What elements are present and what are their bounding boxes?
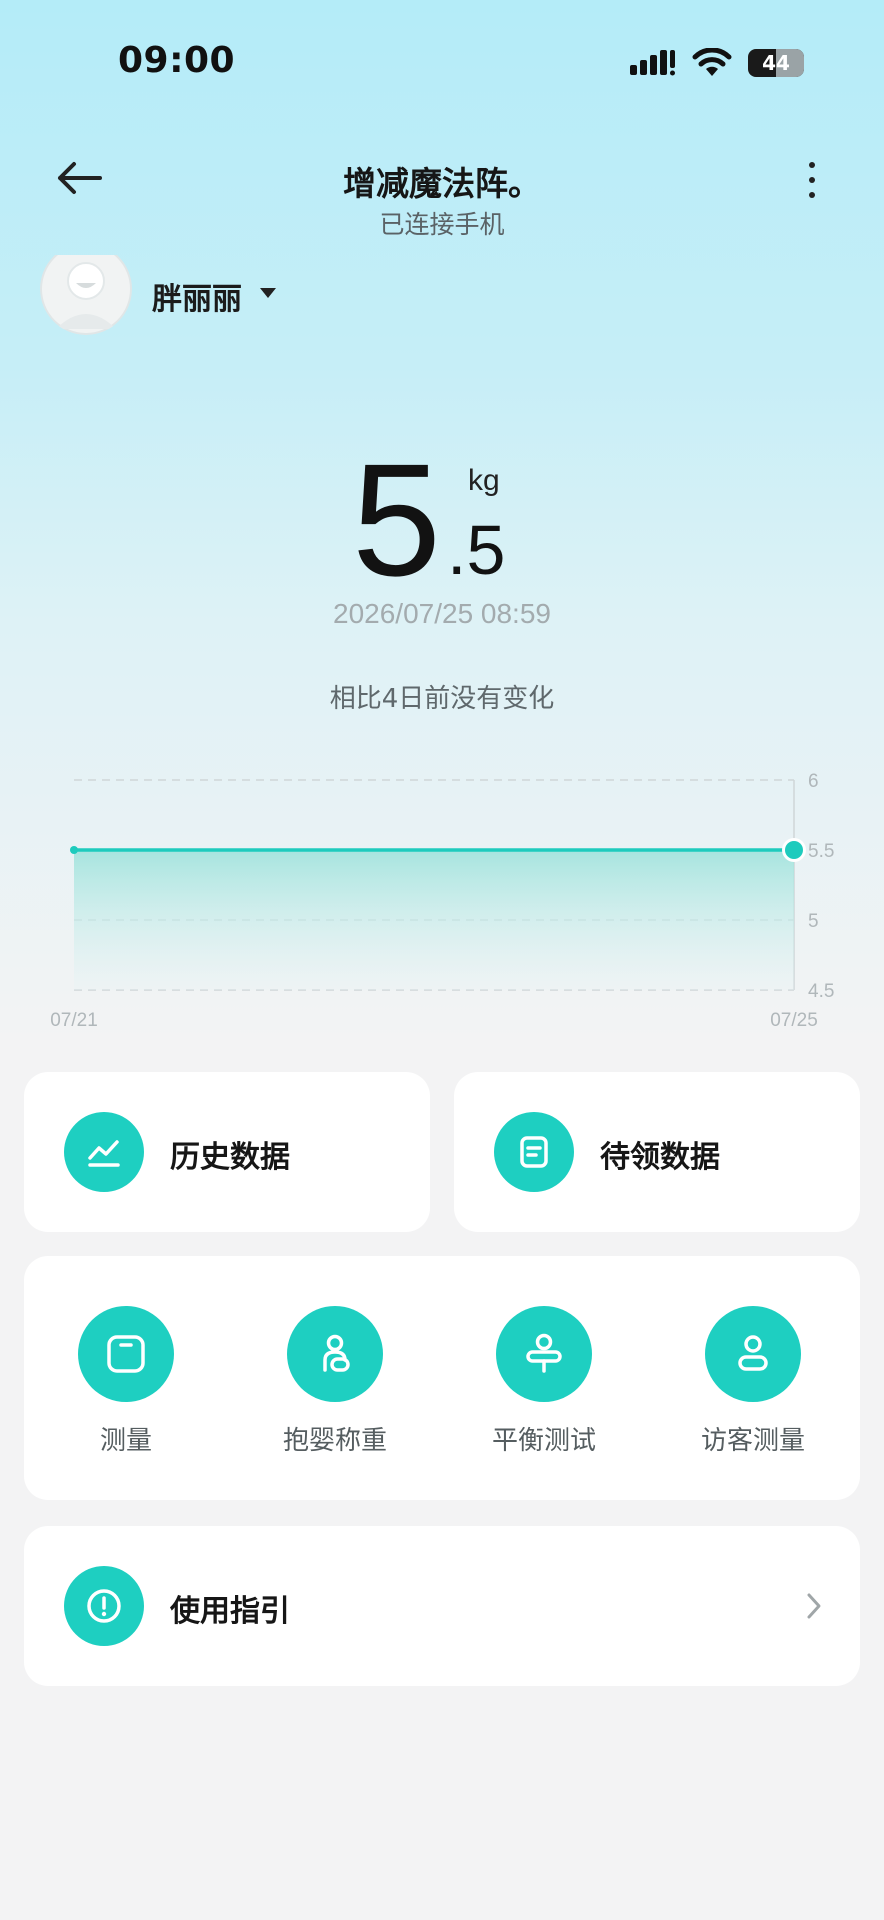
- battery-level: 44: [762, 51, 790, 75]
- y-tick-label: 5.5: [808, 841, 834, 862]
- x-tick-label: 07/21: [50, 1010, 98, 1031]
- more-dot-icon: [809, 162, 815, 168]
- guest-measure-label: 访客测量: [700, 1426, 805, 1456]
- measure-actions-card: 测量 抱婴称重 平衡测试 访客测量: [24, 1256, 860, 1500]
- baby-weigh-icon: [287, 1306, 383, 1402]
- comparison-text: 相比4日前没有变化: [329, 684, 555, 714]
- usage-guide-card[interactable]: 使用指引: [24, 1526, 860, 1686]
- series-area: [74, 850, 794, 990]
- scale-icon: [78, 1306, 174, 1402]
- more-dot-icon: [809, 192, 815, 198]
- measure-label: 测量: [99, 1426, 152, 1456]
- avatar-person-icon: [56, 262, 116, 329]
- measure-button[interactable]: 测量: [36, 1256, 216, 1500]
- document-icon: [494, 1112, 574, 1192]
- baby-weigh-label: 抱婴称重: [282, 1426, 387, 1456]
- caret-down-icon[interactable]: [260, 288, 276, 298]
- avatar[interactable]: [40, 255, 132, 335]
- history-data-card[interactable]: 历史数据: [24, 1072, 430, 1232]
- y-tick-label: 6: [808, 771, 819, 792]
- history-data-label: 历史数据: [170, 1140, 290, 1175]
- guest-measure-button[interactable]: 访客测量: [663, 1256, 843, 1500]
- x-tick-label: 07/25: [770, 1010, 818, 1031]
- info-icon: [64, 1566, 144, 1646]
- page-title: 增减魔法阵。: [343, 164, 541, 203]
- y-tick-label: 4.5: [808, 981, 834, 1002]
- chevron-right-icon: [807, 1593, 821, 1619]
- guest-icon: [705, 1306, 801, 1402]
- y-tick-label: 5: [808, 911, 819, 932]
- measurement-time: 2026/07/25 08:59: [333, 598, 551, 629]
- usage-guide-label: 使用指引: [170, 1594, 290, 1629]
- signal-icon: [630, 50, 675, 76]
- baby-weigh-button[interactable]: 抱婴称重: [245, 1256, 425, 1500]
- weight-decimal: .5: [447, 511, 506, 589]
- trend-chart-icon: [64, 1112, 144, 1192]
- connection-status: 已连接手机: [379, 210, 505, 239]
- weight-trend-chart[interactable]: 6 5.5 5 4.5 07/21 07/25: [0, 760, 884, 1040]
- pending-data-label: 待领数据: [600, 1140, 720, 1175]
- status-icons: 44: [630, 48, 804, 78]
- balance-icon: [496, 1306, 592, 1402]
- weight-integer: 5: [352, 430, 441, 609]
- wifi-icon: [692, 48, 732, 76]
- data-point: [70, 846, 78, 854]
- more-dot-icon: [809, 177, 815, 183]
- balance-test-button[interactable]: 平衡测试: [454, 1256, 634, 1500]
- weight-unit: kg: [468, 464, 500, 497]
- balance-test-label: 平衡测试: [491, 1426, 596, 1456]
- pending-data-card[interactable]: 待领数据: [454, 1072, 860, 1232]
- status-time: 09:00: [118, 40, 236, 81]
- user-name[interactable]: 胖丽丽: [152, 274, 242, 318]
- data-point: [785, 841, 803, 859]
- battery-icon: 44: [748, 49, 804, 77]
- more-menu-button[interactable]: [800, 160, 824, 200]
